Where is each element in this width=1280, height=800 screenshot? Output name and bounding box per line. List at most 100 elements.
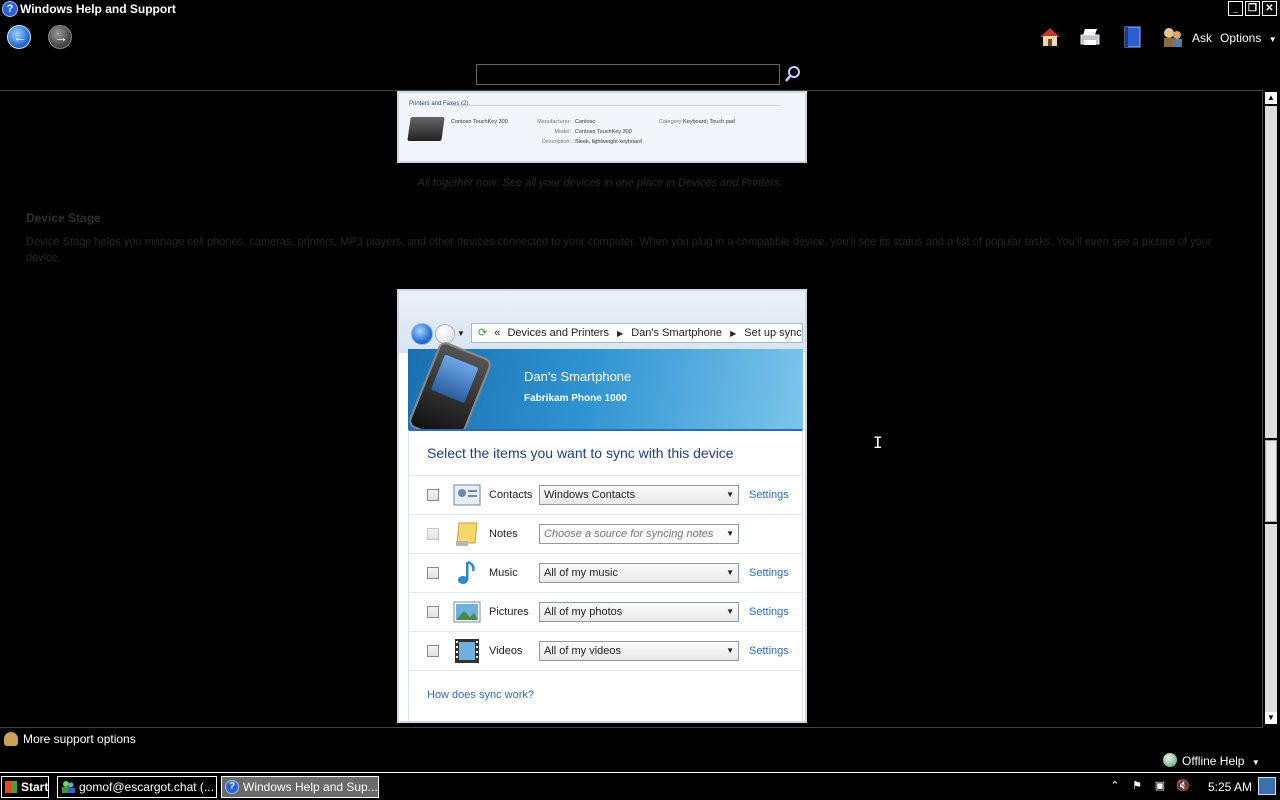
devices-printers-screenshot: Printers and Faxes (2) Contoso TouchKey … <box>397 91 807 163</box>
row-label: Music <box>489 567 518 579</box>
messenger-icon <box>62 781 75 793</box>
forward-button[interactable]: → <box>48 25 72 49</box>
category-label: Category: <box>659 119 683 125</box>
chevron-down-icon: ▼ <box>726 646 734 655</box>
row-label: Pictures <box>489 606 529 618</box>
task-label: Windows Help and Sup... <box>243 780 378 794</box>
sync-row-contacts: Contacts Windows Contacts ▼ Settings <box>409 475 802 514</box>
scroll-track[interactable] <box>1265 524 1277 712</box>
support-people-icon <box>4 732 18 746</box>
minimize-button[interactable]: _ <box>1228 1 1243 16</box>
model-label: Model: <box>554 129 571 135</box>
device-name: Dan's Smartphone <box>524 369 632 384</box>
start-button[interactable]: Start <box>1 776 49 798</box>
support-panel: More support options Offline Help ▼ <box>0 729 1280 771</box>
how-sync-works-link: How does sync work? <box>427 689 534 701</box>
window-title: Windows Help and Support <box>20 2 176 16</box>
description-label: Description: <box>541 139 571 145</box>
more-support-link[interactable]: More support options <box>23 732 136 746</box>
sync-title: Select the items you want to sync with t… <box>427 445 734 461</box>
print-icon[interactable] <box>1078 25 1102 49</box>
scroll-thumb[interactable] <box>1265 440 1277 522</box>
device-model: Fabrikam Phone 1000 <box>524 393 627 404</box>
chevron-down-icon: ▼ <box>726 529 734 538</box>
section-body: Device Stage helps you manage cell phone… <box>26 236 1212 264</box>
back-button[interactable]: ← <box>7 25 31 49</box>
volume-muted-icon[interactable]: 🔇 <box>1176 779 1190 793</box>
music-icon <box>458 560 475 584</box>
videos-checkbox <box>427 645 439 657</box>
videos-icon <box>455 639 479 663</box>
select-value: Choose a source for syncing notes <box>544 528 714 540</box>
offline-help-menu[interactable]: Offline Help ▼ <box>1182 754 1260 768</box>
chevron-down-icon: ▼ <box>1268 35 1277 44</box>
settings-link: Settings <box>749 606 789 618</box>
search-input[interactable] <box>476 64 780 85</box>
home-icon[interactable] <box>1038 25 1062 49</box>
restore-button[interactable]: ❐ <box>1245 1 1260 16</box>
content-scrollbar[interactable]: ▲ ▼ <box>1262 90 1278 728</box>
close-button[interactable]: ✕ <box>1262 1 1277 16</box>
row-label: Videos <box>489 645 523 657</box>
chevron-right-icon: ▶ <box>730 329 737 338</box>
search-icon[interactable] <box>784 65 802 83</box>
help-icon: ? <box>2 1 18 17</box>
taskbar-item-help[interactable]: ? Windows Help and Sup... <box>221 776 379 798</box>
notes-checkbox <box>427 528 439 540</box>
chevron-down-icon: ▼ <box>726 607 734 616</box>
back-arrow-icon <box>411 323 433 345</box>
scroll-up-icon[interactable]: ▲ <box>1265 92 1277 104</box>
pictures-checkbox <box>427 606 439 618</box>
sync-row-notes: Notes Choose a source for syncing notes ▼ <box>409 514 802 553</box>
options-menu[interactable]: Options ▼ <box>1220 31 1277 45</box>
row-divider <box>409 670 802 671</box>
sync-row-pictures: Pictures All of my photos ▼ Settings <box>409 592 802 631</box>
help-icon: ? <box>225 780 239 794</box>
taskbar: Start gomof@escargot.chat (... ? Windows… <box>0 772 1280 800</box>
text-cursor-icon: I <box>873 433 883 452</box>
chevron-down-icon: ▼ <box>726 490 734 499</box>
phone-screen <box>430 354 479 404</box>
ask-button[interactable]: Ask <box>1192 31 1212 45</box>
breadcrumb-item: Devices and Printers <box>507 327 609 339</box>
task-label: gomof@escargot.chat (... <box>79 780 214 794</box>
device-banner: Dan's Smartphone Fabrikam Phone 1000 <box>406 339 803 447</box>
group-header: Printers and Faxes (2) <box>409 101 469 107</box>
chevron-right-icon: ▶ <box>617 329 624 338</box>
refresh-icon: ⟳ <box>478 327 488 339</box>
clock[interactable]: 5:25 AM <box>1208 780 1252 794</box>
category-value: Keyboard; Touch pad <box>683 119 735 125</box>
help-content: Printers and Faxes (2) Contoso TouchKey … <box>0 90 1262 728</box>
ask-icon[interactable] <box>1160 25 1184 49</box>
browse-help-icon[interactable] <box>1120 25 1144 49</box>
select-value: All of my photos <box>544 606 623 618</box>
network-icon[interactable]: ▣ <box>1153 779 1167 793</box>
notes-source-select: Choose a source for syncing notes ▼ <box>539 524 739 544</box>
back-arrow-icon: ← <box>13 29 27 45</box>
action-center-flag-icon[interactable]: ⚑ <box>1130 779 1144 793</box>
globe-icon <box>1163 753 1177 767</box>
taskbar-item-messenger[interactable]: gomof@escargot.chat (... <box>57 776 217 798</box>
select-value: All of my music <box>544 567 618 579</box>
pictures-source-select: All of my photos ▼ <box>539 602 739 622</box>
select-value: Windows Contacts <box>544 489 636 501</box>
windows-logo-icon <box>5 781 17 793</box>
group-separator <box>451 105 781 106</box>
scroll-down-icon[interactable]: ▼ <box>1265 712 1277 724</box>
videos-source-select: All of my videos ▼ <box>539 641 739 661</box>
device-stage-screenshot: ▼ ⟳ « Devices and Printers ▶ Dan's Smart… <box>397 289 807 723</box>
overflow-icon: « <box>494 327 501 339</box>
sync-row-music: Music All of my music ▼ Settings <box>409 553 802 592</box>
settings-link: Settings <box>749 489 789 501</box>
show-desktop-button[interactable] <box>1258 777 1276 795</box>
options-label: Options <box>1220 31 1262 45</box>
title-bar: ? Windows Help and Support _ ❐ ✕ <box>0 0 1280 18</box>
screenshot-caption: All together now: See all your devices i… <box>417 177 783 189</box>
keyboard-icon <box>407 117 445 141</box>
contacts-checkbox <box>427 489 439 501</box>
show-hidden-icons-icon[interactable]: ⌃ <box>1108 779 1122 793</box>
recent-pages-icon: ▼ <box>457 329 465 338</box>
settings-link: Settings <box>749 645 789 657</box>
scroll-track[interactable] <box>1265 106 1277 438</box>
music-checkbox <box>427 567 439 579</box>
